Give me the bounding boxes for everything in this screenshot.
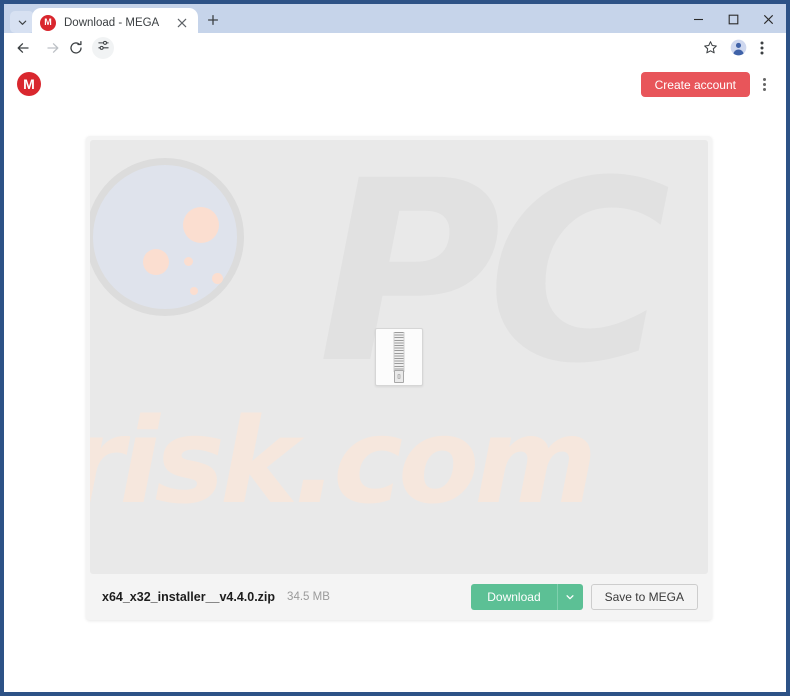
zipper-pull (394, 370, 404, 383)
maximize-button[interactable] (716, 6, 751, 35)
tab-search-button[interactable] (10, 11, 34, 33)
minimize-icon (693, 12, 704, 30)
glass-dot (212, 273, 223, 284)
glass-dot (143, 249, 169, 275)
file-download-card: PC risk.com x64_x32_installer__v4.4.0.zi… (86, 136, 712, 620)
mega-favicon: M (40, 14, 56, 31)
chevron-down-icon (565, 590, 575, 605)
file-name: x64_x32_installer__v4.4.0.zip (102, 590, 276, 604)
sliders-icon (97, 39, 110, 57)
watermark-sub-text: risk.com (90, 392, 597, 530)
mega-logo[interactable]: M (17, 72, 41, 96)
file-size: 34.5 MB (287, 591, 330, 603)
kebab-dot (762, 87, 766, 91)
chevron-down-icon (17, 17, 28, 28)
bookmark-button[interactable] (698, 38, 722, 62)
plus-icon (207, 13, 219, 31)
site-menu-button[interactable] (755, 74, 773, 94)
download-button[interactable]: Download (471, 584, 557, 610)
profile-button[interactable] (726, 38, 750, 62)
zipper-teeth (393, 332, 405, 372)
star-icon (703, 40, 718, 60)
download-button-group: Download (471, 584, 583, 610)
page-content: M Create account PC risk.com x64_x32_ins… (4, 66, 786, 692)
file-card-footer: x64_x32_installer__v4.4.0.zip 34.5 MB Do… (86, 574, 712, 620)
tab-title: Download - MEGA (64, 16, 160, 29)
glass-lens (90, 158, 244, 316)
new-tab-button[interactable] (202, 11, 224, 33)
site-settings-button[interactable] (92, 37, 114, 59)
back-button[interactable] (11, 38, 35, 62)
save-to-mega-button[interactable]: Save to MEGA (590, 584, 698, 610)
create-account-button[interactable]: Create account (640, 72, 750, 97)
glass-dot (184, 257, 193, 266)
reload-icon (68, 40, 84, 61)
reload-button[interactable] (64, 38, 88, 62)
file-actions: Download Save to MEGA (471, 584, 698, 610)
person-icon (730, 39, 747, 61)
kebab-menu-icon (760, 40, 764, 61)
watermark-big-text: PC (318, 140, 671, 418)
tab-strip: M Download - MEGA (4, 0, 786, 37)
arrow-left-icon (15, 40, 31, 61)
forward-button[interactable] (41, 38, 65, 62)
browser-menu-button[interactable] (750, 38, 774, 62)
zip-file-icon (375, 328, 423, 386)
close-icon (763, 12, 774, 30)
kebab-dot (762, 77, 766, 81)
glass-dot (183, 207, 219, 243)
file-preview-area: PC risk.com (90, 140, 708, 574)
close-icon[interactable] (174, 15, 190, 31)
mega-site-header: M Create account (4, 66, 786, 108)
glass-dot (190, 287, 198, 295)
browser-window: M Download - MEGA M Create account PC ri… (0, 0, 790, 696)
favicon-letter: M (44, 17, 52, 27)
mega-logo-letter: M (23, 76, 35, 92)
kebab-dot (762, 82, 766, 86)
browser-toolbar (4, 33, 786, 67)
arrow-right-icon (45, 40, 61, 61)
maximize-icon (728, 12, 739, 30)
magnifying-glass-icon (90, 158, 244, 336)
close-window-button[interactable] (751, 6, 786, 35)
download-options-button[interactable] (556, 584, 583, 610)
minimize-button[interactable] (681, 6, 716, 35)
